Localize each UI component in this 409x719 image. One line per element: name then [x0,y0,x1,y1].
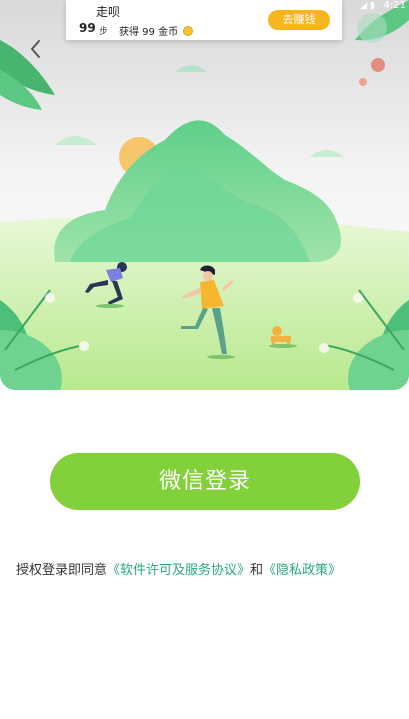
chevron-left-icon [31,40,40,58]
signal-icon: ◢ ▮ [360,1,375,11]
steps-unit: 步 [99,27,109,37]
back-button[interactable] [24,36,48,64]
agreement-text: 授权登录即同意《软件许可及服务协议》和《隐私政策》 [16,559,341,578]
steps-count: 99 [79,21,96,35]
step-notification[interactable]: 走呗 99 步 获得 99 金币 去赚钱 [66,0,342,40]
wechat-login-button[interactable]: 微信登录 [50,453,360,510]
status-time: 4:21 [383,0,406,11]
agreement-conjunction: 和 [250,563,264,578]
notification-title: 走呗 [96,5,121,19]
earn-money-button[interactable]: 去赚钱 [268,10,330,30]
license-agreement-link[interactable]: 《软件许可及服务协议》 [107,563,250,578]
agreement-prefix: 授权登录即同意 [16,563,108,578]
hero-illustration [0,0,409,390]
coin-icon [183,26,193,36]
privacy-policy-link[interactable]: 《隐私政策》 [263,563,341,578]
earned-coins-text: 获得 99 金币 [119,27,179,38]
